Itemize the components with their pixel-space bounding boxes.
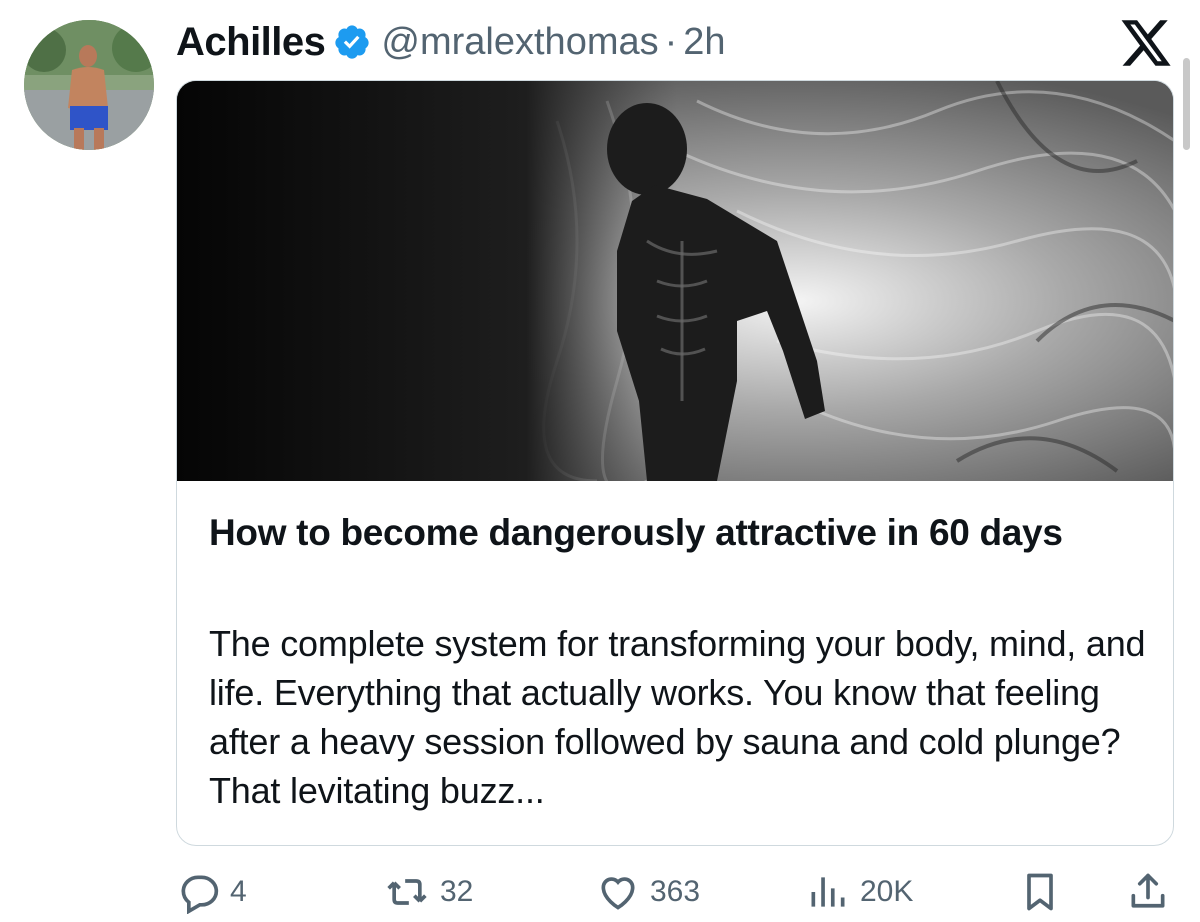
meta-separator: · <box>664 20 678 63</box>
share-button[interactable] <box>1126 866 1170 918</box>
tweet-actions: 4 32 363 20K <box>176 866 1176 918</box>
view-count: 20K <box>860 875 914 908</box>
views-icon <box>806 870 850 914</box>
x-logo-icon <box>1118 18 1174 68</box>
scrollbar[interactable] <box>1183 58 1190 150</box>
heart-icon <box>596 870 640 914</box>
avatar[interactable] <box>24 20 154 150</box>
like-button[interactable]: 363 <box>596 866 700 918</box>
article-title[interactable]: How to become dangerously attractive in … <box>209 509 1129 557</box>
article-description: The complete system for transforming you… <box>209 623 1146 811</box>
repost-icon <box>384 870 430 914</box>
reply-count: 4 <box>230 875 247 908</box>
tweet-screenshot: Achilles @mralexthomas · 2h How to becom… <box>0 0 1200 922</box>
reply-button[interactable]: 4 <box>176 866 247 918</box>
reply-icon <box>176 870 220 914</box>
author-handle[interactable]: @mralexthomas <box>381 21 658 64</box>
bookmark-icon <box>1018 870 1062 914</box>
verified-badge-icon <box>333 23 371 61</box>
article-card[interactable]: How to become dangerously attractive in … <box>176 80 1174 846</box>
repost-button[interactable]: 32 <box>384 866 473 918</box>
bookmark-button[interactable] <box>1018 866 1062 918</box>
views-button[interactable]: 20K <box>806 866 913 918</box>
repost-count: 32 <box>440 875 474 908</box>
share-icon <box>1126 870 1170 914</box>
like-count: 363 <box>650 875 701 908</box>
tweet-header: Achilles @mralexthomas · 2h <box>176 16 726 68</box>
author-display-name[interactable]: Achilles <box>176 20 326 65</box>
statue-artwork-image[interactable] <box>177 81 1173 481</box>
tweet-timestamp[interactable]: 2h <box>683 21 725 64</box>
